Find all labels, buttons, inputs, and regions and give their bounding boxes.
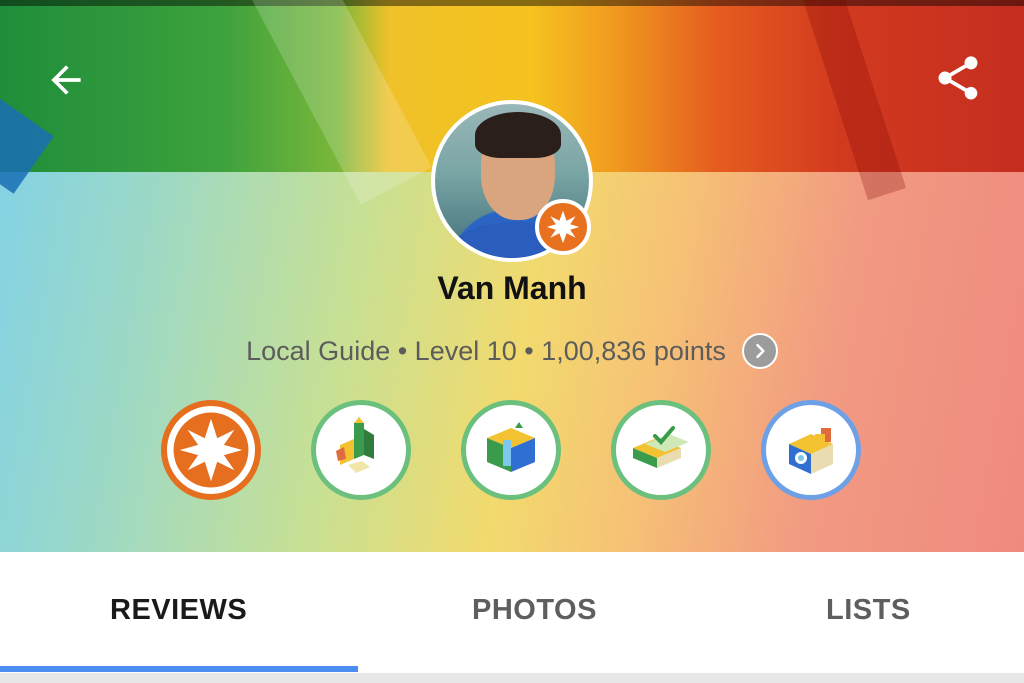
fact-checker-badge-icon [633, 426, 689, 468]
content-divider [0, 673, 1024, 683]
avatar-hair [475, 112, 561, 158]
tab-reviews[interactable]: REVIEWS [110, 594, 247, 627]
chevron-right-icon [756, 343, 765, 359]
share-button[interactable] [930, 50, 986, 106]
badge-photographer[interactable] [761, 400, 861, 500]
starburst-icon [546, 210, 580, 244]
badge-level-10[interactable] [161, 400, 261, 500]
stats-chevron-button[interactable] [741, 333, 778, 369]
tab-lists[interactable]: LISTS [826, 594, 911, 627]
stats-text: Local Guide • Level 10 • 1,00,836 points [246, 335, 726, 366]
profile-name: Van Manh [437, 270, 587, 306]
badge-fact-checker[interactable] [611, 400, 711, 500]
share-icon [938, 56, 978, 100]
status-bar-shadow [0, 0, 1024, 6]
starburst-icon [173, 412, 249, 488]
arrow-left-icon [51, 65, 81, 95]
reviewer-badge-icon [336, 417, 374, 473]
badge-fact-finder[interactable] [461, 400, 561, 500]
photographer-badge-icon [789, 428, 833, 474]
active-tab-indicator [0, 666, 358, 672]
local-guide-level-badge [535, 199, 591, 255]
badge-reviewer[interactable] [311, 400, 411, 500]
back-button[interactable] [38, 52, 94, 108]
tab-photos[interactable]: PHOTOS [472, 594, 597, 627]
profile-header: Van Manh Local Guide • Level 10 • 1,00,8… [0, 0, 1024, 552]
local-guide-stats[interactable]: Local Guide • Level 10 • 1,00,836 points [0, 333, 1024, 369]
fact-finder-badge-icon [487, 422, 535, 472]
tab-bar: REVIEWS PHOTOS LISTS [0, 552, 1024, 673]
